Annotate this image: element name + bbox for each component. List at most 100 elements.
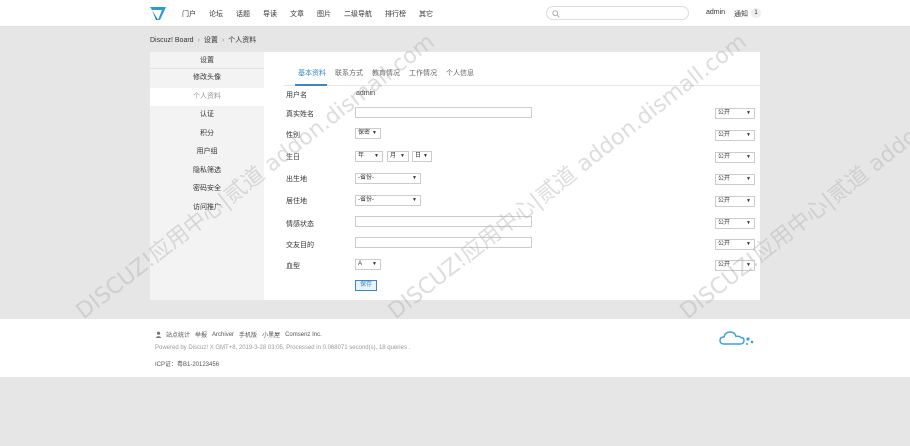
privacy-select-marital[interactable]: 公开 ▼: [715, 218, 755, 229]
birthday-label: 生日: [286, 154, 300, 161]
sidebar-item-usergroup[interactable]: 用户组: [150, 143, 264, 162]
footer-link-stats[interactable]: 站点统计: [166, 330, 190, 339]
purpose-label: 交友目的: [286, 242, 314, 249]
notice-link[interactable]: 通知: [734, 9, 748, 19]
nav-item-subnav[interactable]: 二级导航: [344, 9, 372, 19]
sidebar-item-password[interactable]: 密码安全: [150, 180, 264, 199]
nav-item-article[interactable]: 文章: [290, 9, 304, 19]
tab-contact[interactable]: 联系方式: [335, 68, 363, 78]
caret-down-icon: ▼: [746, 176, 751, 182]
chevron-right-icon: ›: [197, 36, 200, 44]
birth-month-select[interactable]: 月 ▼: [387, 151, 409, 162]
username-label: 用户名: [286, 92, 307, 99]
caret-down-icon: ▼: [746, 110, 751, 116]
sidebar-item-credits[interactable]: 积分: [150, 125, 264, 144]
search-input[interactable]: [546, 6, 689, 20]
birthplace-province-select[interactable]: -省份- ▼: [355, 173, 421, 184]
privacy-select-birthplace[interactable]: 公开 ▼: [715, 174, 755, 185]
marital-field[interactable]: [355, 216, 532, 227]
sidebar-item-privacy[interactable]: 隐私筛选: [150, 162, 264, 181]
sidebar-title: 设置: [150, 52, 264, 69]
nav-item-image[interactable]: 图片: [317, 9, 331, 19]
sidebar-item-promotion[interactable]: 访问推广: [150, 199, 264, 218]
realname-field[interactable]: [355, 107, 532, 118]
caret-down-icon: ▼: [746, 154, 751, 160]
notice-count-badge[interactable]: 1: [751, 8, 761, 18]
nav-item-topic[interactable]: 话题: [236, 9, 250, 19]
tab-work[interactable]: 工作情况: [409, 68, 437, 78]
caret-down-icon: ▼: [412, 175, 417, 181]
tab-divider: [284, 85, 760, 86]
privacy-select-residence[interactable]: 公开 ▼: [715, 196, 755, 207]
settings-sidebar: 设置 修改头像 个人资料 认证 积分 用户组 隐私筛选 密码安全 访问推广: [150, 52, 264, 300]
caret-down-icon: ▼: [400, 153, 405, 159]
caret-down-icon: ▼: [423, 153, 428, 159]
marital-label: 情感状态: [286, 221, 314, 228]
province-value: -省份-: [358, 175, 374, 181]
blood-value: A: [358, 261, 363, 267]
birth-year-select[interactable]: 年 ▼: [355, 151, 383, 162]
privacy-value: 公开: [718, 198, 731, 204]
gender-select[interactable]: 保密 ▼: [355, 128, 381, 139]
sidebar-item-avatar[interactable]: 修改头像: [150, 69, 264, 88]
username-value: admin: [356, 90, 376, 97]
breadcrumb-current: 个人资料: [228, 37, 257, 44]
caret-down-icon: ▼: [746, 132, 751, 138]
privacy-select-blood[interactable]: 公开 ▼: [715, 260, 755, 271]
tab-education[interactable]: 教育情况: [372, 68, 400, 78]
realname-label: 真实姓名: [286, 111, 314, 118]
icp-text[interactable]: ICP证：粤B1-20123456: [155, 359, 219, 368]
privacy-select-gender[interactable]: 公开 ▼: [715, 130, 755, 141]
footer-link-blacklist[interactable]: 小黑屋: [262, 330, 280, 339]
purpose-field[interactable]: [355, 237, 532, 248]
chevron-right-icon: ›: [221, 36, 225, 44]
privacy-select-realname[interactable]: 公开 ▼: [715, 108, 755, 119]
privacy-value: 公开: [718, 132, 731, 138]
sidebar-item-profile[interactable]: 个人资料: [150, 87, 264, 106]
caret-down-icon: ▼: [374, 153, 379, 159]
user-icon: [155, 331, 162, 338]
nav-item-guide[interactable]: 导读: [263, 9, 277, 19]
sidebar-item-verify[interactable]: 认证: [150, 106, 264, 125]
breadcrumb-home[interactable]: Discuz! Board: [150, 37, 194, 44]
privacy-value: 公开: [718, 154, 731, 160]
nav-item-forum[interactable]: 论坛: [209, 9, 223, 19]
caret-down-icon: ▼: [746, 241, 751, 247]
logo-icon[interactable]: [150, 7, 166, 20]
footer-link-report[interactable]: 举报: [195, 330, 207, 339]
residence-label: 居住地: [286, 198, 307, 205]
powered-by-text: Powered by Discuz! X GMT+8, 2019-3-28 03…: [155, 345, 411, 351]
caret-down-icon: ▼: [412, 197, 417, 203]
footer-link-mobile[interactable]: 手机版: [239, 330, 257, 339]
tab-basic[interactable]: 基本资料: [298, 68, 326, 78]
tab-personal[interactable]: 个人信息: [446, 68, 474, 78]
privacy-select-birthday[interactable]: 公开 ▼: [715, 152, 755, 163]
username-link[interactable]: admin: [706, 9, 725, 16]
gender-value: 保密: [358, 130, 371, 136]
caret-down-icon: ▼: [746, 198, 751, 204]
footer-link-archiver[interactable]: Archiver: [212, 332, 234, 338]
blood-label: 血型: [286, 263, 300, 270]
cloud-logo-icon: [719, 331, 754, 345]
page-footer: 站点统计 举报 Archiver 手机版 小黑屋 Comsenz Inc. Po…: [0, 319, 910, 377]
save-button[interactable]: 保存: [355, 280, 377, 291]
year-value: 年: [358, 153, 365, 159]
nav-item-portal[interactable]: 门户: [182, 9, 196, 19]
nav-item-other[interactable]: 其它: [419, 9, 433, 19]
blood-select[interactable]: A ▼: [355, 259, 381, 270]
caret-down-icon: ▼: [372, 261, 377, 267]
birth-day-select[interactable]: 日 ▼: [412, 151, 432, 162]
province-value: -省份-: [358, 197, 374, 203]
footer-links: 站点统计 举报 Archiver 手机版 小黑屋 Comsenz Inc.: [155, 330, 327, 339]
birthplace-label: 出生地: [286, 176, 307, 183]
privacy-value: 公开: [718, 262, 731, 268]
privacy-select-purpose[interactable]: 公开 ▼: [715, 239, 755, 250]
nav-item-ranking[interactable]: 排行榜: [385, 9, 406, 19]
residence-province-select[interactable]: -省份- ▼: [355, 195, 421, 206]
month-value: 月: [390, 153, 397, 159]
privacy-value: 公开: [718, 241, 731, 247]
caret-down-icon: ▼: [372, 130, 377, 136]
privacy-value: 公开: [718, 176, 731, 182]
breadcrumb-settings[interactable]: 设置: [204, 35, 218, 45]
footer-link-comsenz[interactable]: Comsenz Inc.: [285, 332, 322, 338]
